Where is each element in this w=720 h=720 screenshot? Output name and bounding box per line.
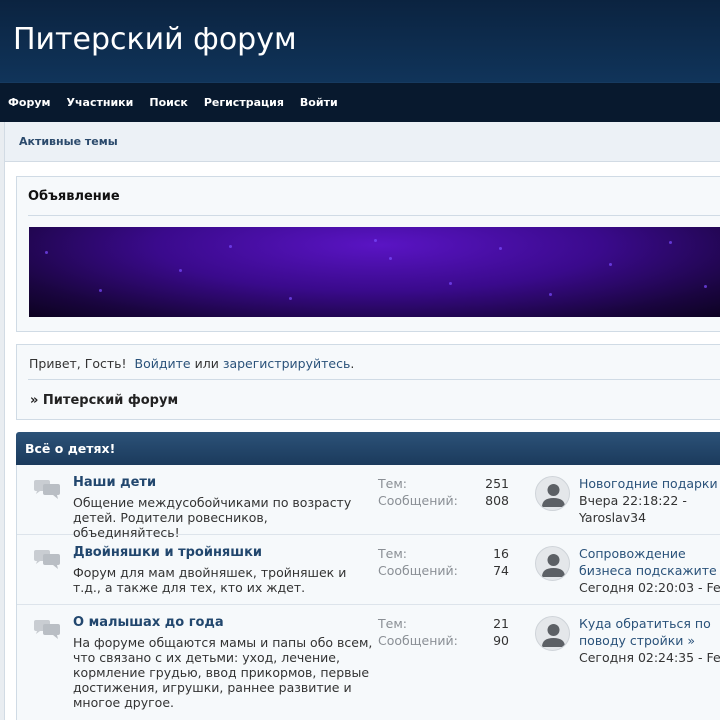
main-nav: Форум Участники Поиск Регистрация Войти [0,82,720,122]
last-post-user[interactable]: Yaroslav34 [579,510,646,525]
forum-title[interactable]: Двойняшки и тройняшки [73,545,262,560]
greeting-line: Привет, Гость! Войдите или зарегистрируй… [29,356,354,371]
last-post-topic[interactable]: Сопровождение бизнеса подскажите » [579,546,720,578]
posts-label: Сообщений: [378,633,458,648]
forum-title[interactable]: О малышах до года [73,615,224,630]
divider [28,215,720,216]
greeting-text: Привет, Гость! [29,356,127,371]
divider [28,379,720,380]
last-post: Сопровождение бизнеса подскажите » Сегод… [579,545,720,596]
posts-count: 74 [493,563,509,578]
user-avatar-icon[interactable] [535,476,570,511]
last-post-time: Сегодня 02:24:35 - Fer [579,650,720,665]
forum-description: Общение междусобойчиками по возрасту дет… [73,495,352,540]
user-avatar-icon[interactable] [535,546,570,581]
category-header: Всё о детях! [16,432,720,465]
posts-label: Сообщений: [378,563,458,578]
main-content: Объявление Привет, Гость! Войдите или за… [4,162,720,720]
forum-bubbles-icon [34,550,60,569]
category-title[interactable]: Всё о детях! [25,441,115,456]
topics-label: Тем: [378,616,407,631]
forum-row: Двойняшки и тройняшки Форум для мам двой… [17,535,720,605]
forum-list: Наши дети Общение междусобойчиками по во… [16,465,720,720]
sub-nav: Активные темы [4,122,720,162]
announcement-banner[interactable] [29,227,720,317]
posts-label: Сообщений: [378,493,458,508]
topics-count: 21 [493,616,509,631]
forum-row: Наши дети Общение междусобойчиками по во… [17,465,720,540]
forum-bubbles-icon [34,480,60,499]
register-link[interactable]: зарегистрируйтесь [223,356,351,371]
forum-bubbles-icon [34,620,60,639]
nav-login[interactable]: Войти [300,96,338,109]
posts-count: 808 [485,493,509,508]
forum-description: На форуме общаются мамы и папы обо всем,… [73,635,373,710]
site-title[interactable]: Питерский форум [13,22,297,57]
active-topics-link[interactable]: Активные темы [19,135,118,148]
topics-count: 16 [493,546,509,561]
greeting-box: Привет, Гость! Войдите или зарегистрируй… [16,344,720,420]
last-post-time: Сегодня 02:20:03 - Fer [579,580,720,595]
nav-search[interactable]: Поиск [149,96,187,109]
forum-row: О малышах до года На форуме общаются мам… [17,605,720,720]
announcement-box: Объявление [16,176,720,332]
last-post: Куда обратиться по поводу стройки » Сего… [579,615,720,666]
topics-label: Тем: [378,476,407,491]
nav-register[interactable]: Регистрация [204,96,284,109]
last-post-topic[interactable]: Куда обратиться по поводу стройки » [579,616,711,648]
nav-forum[interactable]: Форум [8,96,51,109]
topics-count: 251 [485,476,509,491]
last-post: Новогодние подарки » Вчера 22:18:22 - Ya… [579,475,720,526]
topics-label: Тем: [378,546,407,561]
nav-members[interactable]: Участники [67,96,134,109]
greeting-dot: . [350,356,355,371]
greeting-or: или [194,356,219,371]
announcement-title: Объявление [28,189,120,204]
breadcrumb[interactable]: » Питерский форум [30,393,178,408]
user-avatar-icon[interactable] [535,616,570,651]
login-link[interactable]: Войдите [135,356,191,371]
site-header: Питерский форум [0,0,720,82]
forum-title[interactable]: Наши дети [73,475,156,490]
last-post-time: Вчера 22:18:22 - [579,493,687,508]
last-post-topic[interactable]: Новогодние подарки » [579,476,720,491]
posts-count: 90 [493,633,509,648]
forum-description: Форум для мам двойняшек, тройняшек и т.д… [73,565,347,595]
